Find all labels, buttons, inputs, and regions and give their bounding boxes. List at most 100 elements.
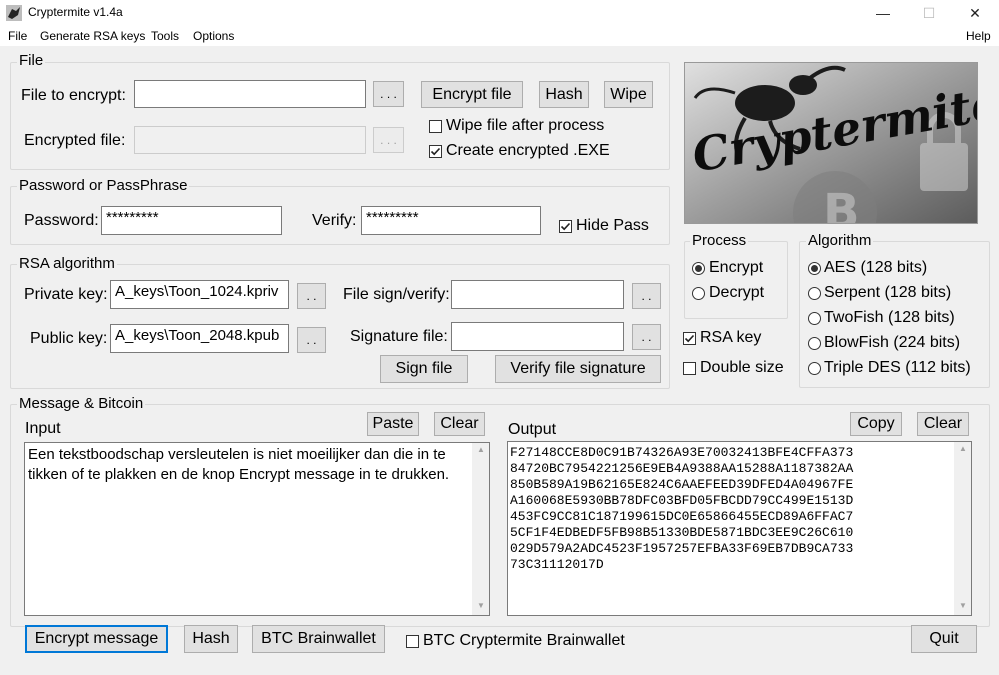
menu-tools[interactable]: Tools [151, 29, 179, 43]
clear-output-button[interactable]: Clear [917, 412, 969, 436]
rsa-key-label: RSA key [700, 329, 762, 346]
algo-twofish-label: TwoFish (128 bits) [824, 309, 955, 326]
scroll-up-icon[interactable]: ▲ [477, 445, 485, 454]
menu-help[interactable]: Help [966, 29, 991, 43]
algo-aes-radio[interactable] [808, 262, 821, 275]
process-encrypt-radio[interactable] [692, 262, 705, 275]
output-line: 850B589A19B62165E824C6AAEFEED39DFED4A049… [510, 477, 854, 492]
browse-encrypted-button[interactable]: . . . [373, 127, 404, 153]
algorithm-group-title: Algorithm [806, 232, 874, 249]
wipe-after-label: Wipe file after process [446, 117, 605, 134]
output-line: 5CF1F4EDBEDF5FB98B51330BDE5871BDC3EE9C26… [510, 525, 854, 540]
password-group-title: Password or PassPhrase [17, 177, 190, 194]
algo-twofish-radio[interactable] [808, 312, 821, 325]
browse-public-key-button[interactable]: . . [297, 327, 326, 353]
public-key-input[interactable]: A_keys\Toon_2048.kpub [110, 324, 289, 353]
algo-blowfish-radio[interactable] [808, 337, 821, 350]
process-group [684, 241, 788, 319]
process-decrypt-label: Decrypt [709, 284, 765, 301]
check-icon [430, 147, 441, 156]
output-line: A160068E5930BB78DFC03BFD05FBCDD79CC499E1… [510, 493, 854, 508]
signature-file-label: Signature file: [350, 328, 448, 345]
algo-blowfish-label: BlowFish (224 bits) [824, 334, 961, 351]
algo-serpent-label: Serpent (128 bits) [824, 284, 952, 301]
output-scrollbar[interactable]: ▲ ▼ [954, 442, 971, 615]
input-scrollbar[interactable]: ▲ ▼ [472, 443, 489, 615]
algo-tripledes-label: Triple DES (112 bits) [824, 359, 971, 376]
encrypt-message-button[interactable]: Encrypt message [25, 625, 168, 653]
close-button[interactable]: ✕ [952, 0, 998, 26]
output-label: Output [508, 421, 557, 438]
rsa-key-checkbox[interactable] [683, 332, 696, 345]
algo-aes-label: AES (128 bits) [824, 259, 928, 276]
encrypt-file-button[interactable]: Encrypt file [421, 81, 523, 108]
wipe-button[interactable]: Wipe [604, 81, 653, 108]
window-title: Cryptermite v1.4a [28, 5, 123, 19]
browse-file-sign-button[interactable]: . . [632, 283, 661, 309]
encrypted-file-input[interactable] [134, 126, 366, 154]
menu-generate-rsa-keys[interactable]: Generate RSA keys [40, 29, 145, 43]
minimize-button[interactable]: — [860, 0, 906, 26]
output-line: 453FC9CC81C187199615DC0E65866455ECD89A6F… [510, 509, 854, 524]
file-sign-verify-input[interactable] [451, 280, 624, 309]
scroll-down-icon[interactable]: ▼ [959, 601, 967, 610]
hash-message-button[interactable]: Hash [184, 625, 238, 653]
browse-signature-button[interactable]: . . [632, 324, 661, 350]
hide-pass-checkbox[interactable] [559, 220, 572, 233]
create-exe-checkbox[interactable] [429, 145, 442, 158]
menu-options[interactable]: Options [193, 29, 234, 43]
output-line: 73C31112017D [510, 557, 604, 572]
btc-cryptermite-checkbox[interactable] [406, 635, 419, 648]
encrypted-file-label: Encrypted file: [24, 132, 126, 149]
output-line: F27148CCE8D0C91B74326A93E70032413BFE4CFF… [510, 445, 854, 460]
message-group-title: Message & Bitcoin [17, 395, 146, 412]
btc-cryptermite-label: BTC Cryptermite Brainwallet [423, 632, 625, 649]
input-textarea[interactable]: Een tekstboodschap versleutelen is niet … [24, 442, 490, 616]
verify-label: Verify: [312, 212, 357, 229]
process-decrypt-radio[interactable] [692, 287, 705, 300]
create-exe-label: Create encrypted .EXE [446, 142, 610, 159]
input-text: Een tekstboodschap versleutelen is niet … [28, 446, 450, 483]
svg-text:B: B [823, 184, 860, 223]
file-to-encrypt-label: File to encrypt: [21, 87, 126, 104]
paste-button[interactable]: Paste [367, 412, 419, 436]
double-size-checkbox[interactable] [683, 362, 696, 375]
algo-tripledes-radio[interactable] [808, 362, 821, 375]
sign-file-button[interactable]: Sign file [380, 355, 468, 383]
hash-file-button[interactable]: Hash [539, 81, 589, 108]
btc-brainwallet-button[interactable]: BTC Brainwallet [252, 625, 385, 653]
maximize-button[interactable]: ☐ [906, 0, 952, 26]
scroll-down-icon[interactable]: ▼ [477, 601, 485, 610]
scroll-up-icon[interactable]: ▲ [959, 444, 967, 453]
process-group-title: Process [690, 232, 749, 249]
password-input[interactable]: ********* [101, 206, 282, 235]
verify-signature-button[interactable]: Verify file signature [495, 355, 661, 383]
algo-serpent-radio[interactable] [808, 287, 821, 300]
password-label: Password: [24, 212, 99, 229]
private-key-input[interactable]: A_keys\Toon_1024.kpriv [110, 280, 289, 309]
process-encrypt-label: Encrypt [709, 259, 764, 276]
file-to-encrypt-input[interactable] [134, 80, 366, 108]
menu-bar [0, 26, 999, 46]
browse-private-key-button[interactable]: . . [297, 283, 326, 309]
rsa-group-title: RSA algorithm [17, 255, 117, 272]
hide-pass-label: Hide Pass [576, 217, 649, 234]
output-line: 84720BC7954221256E9EB4A9388AA15288A11873… [510, 461, 854, 476]
app-icon [6, 5, 22, 21]
quit-button[interactable]: Quit [911, 625, 977, 653]
menu-file[interactable]: File [8, 29, 27, 43]
output-text: F27148CCE8D0C91B74326A93E70032413BFE4CFF… [510, 445, 953, 573]
output-textarea[interactable]: F27148CCE8D0C91B74326A93E70032413BFE4CFF… [507, 441, 972, 616]
clear-input-button[interactable]: Clear [434, 412, 485, 436]
title-bar: Cryptermite v1.4a — ☐ ✕ [0, 0, 999, 27]
double-size-label: Double size [700, 359, 784, 376]
cryptermite-logo: B Cryptermite [684, 62, 978, 224]
verify-input[interactable]: ********* [361, 206, 541, 235]
browse-file-button[interactable]: . . . [373, 81, 404, 107]
wipe-after-checkbox[interactable] [429, 120, 442, 133]
check-icon [560, 222, 571, 231]
signature-file-input[interactable] [451, 322, 624, 351]
check-icon [684, 334, 695, 343]
copy-button[interactable]: Copy [850, 412, 902, 436]
public-key-label: Public key: [30, 330, 108, 347]
